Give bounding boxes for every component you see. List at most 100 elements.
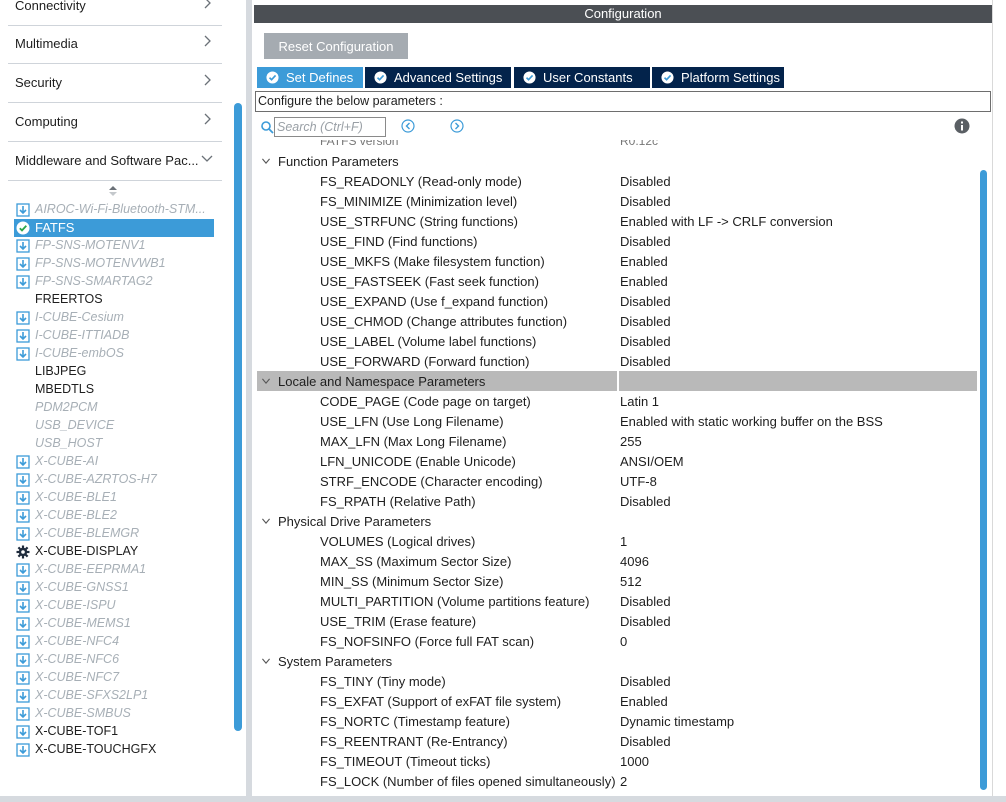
parameter-row[interactable]: USE_STRFUNC (String functions) Enabled wi… bbox=[257, 211, 977, 231]
component-item[interactable]: I-CUBE-Cesium bbox=[14, 309, 214, 327]
parameter-value[interactable]: Disabled bbox=[620, 334, 671, 349]
parameter-value[interactable]: Enabled bbox=[620, 274, 668, 289]
parameter-value[interactable]: ANSI/OEM bbox=[620, 454, 684, 469]
component-item[interactable]: X-CUBE-DISPLAY bbox=[14, 543, 214, 561]
tab-advanced-settings[interactable]: Advanced Settings bbox=[365, 67, 511, 88]
search-input[interactable] bbox=[274, 117, 386, 137]
parameter-row[interactable]: USE_CHMOD (Change attributes function) Di… bbox=[257, 311, 977, 331]
parameter-group[interactable]: Function Parameters bbox=[257, 151, 977, 171]
info-icon[interactable] bbox=[954, 118, 970, 134]
reset-configuration-button[interactable]: Reset Configuration bbox=[264, 33, 408, 59]
component-item[interactable]: FP-SNS-MOTENVWB1 bbox=[14, 255, 214, 273]
category-multimedia[interactable]: Multimedia bbox=[0, 26, 226, 64]
component-item[interactable]: X-CUBE-BLE2 bbox=[14, 507, 214, 525]
parameter-value[interactable]: Disabled bbox=[620, 734, 671, 749]
component-item[interactable]: X-CUBE-TOUCHGFX bbox=[14, 741, 214, 759]
parameter-row[interactable]: USE_LABEL (Volume label functions) Disabl… bbox=[257, 331, 977, 351]
parameter-row[interactable]: MULTI_PARTITION (Volume partitions featu… bbox=[257, 591, 977, 611]
parameter-value[interactable]: 1 bbox=[620, 534, 627, 549]
component-item[interactable]: I-CUBE-embOS bbox=[14, 345, 214, 363]
tab-set-defines[interactable]: Set Defines bbox=[257, 67, 363, 88]
category-connectivity[interactable]: Connectivity bbox=[0, 0, 226, 26]
parameter-value[interactable]: 255 bbox=[620, 434, 642, 449]
category-computing[interactable]: Computing bbox=[0, 104, 226, 142]
parameter-row[interactable]: FS_TIMEOUT (Timeout ticks) 1000 bbox=[257, 751, 977, 771]
table-scrollbar[interactable] bbox=[980, 170, 987, 790]
parameter-row[interactable]: FS_MINIMIZE (Minimization level) Disabled bbox=[257, 191, 977, 211]
parameter-row[interactable]: FS_TINY (Tiny mode) Disabled bbox=[257, 671, 977, 691]
parameter-value[interactable]: Disabled bbox=[620, 314, 671, 329]
parameter-value[interactable]: 2 bbox=[620, 774, 627, 789]
component-item[interactable]: X-CUBE-ISPU bbox=[14, 597, 214, 615]
component-item[interactable]: AIROC-Wi-Fi-Bluetooth-STM... bbox=[14, 201, 214, 219]
component-item[interactable]: X-CUBE-NFC6 bbox=[14, 651, 214, 669]
parameter-value[interactable]: Latin 1 bbox=[620, 394, 659, 409]
parameter-row[interactable]: USE_FIND (Find functions) Disabled bbox=[257, 231, 977, 251]
parameter-row[interactable]: FS_NORTC (Timestamp feature) Dynamic time… bbox=[257, 711, 977, 731]
component-item[interactable]: I-CUBE-ITTIADB bbox=[14, 327, 214, 345]
parameter-value[interactable]: Disabled bbox=[620, 174, 671, 189]
parameter-value[interactable]: Disabled bbox=[620, 234, 671, 249]
parameter-group[interactable]: System Parameters bbox=[257, 651, 977, 671]
component-item[interactable]: X-CUBE-GNSS1 bbox=[14, 579, 214, 597]
component-item[interactable]: X-CUBE-SFXS2LP1 bbox=[14, 687, 214, 705]
parameter-value[interactable]: Disabled bbox=[620, 294, 671, 309]
sort-arrows-icon[interactable] bbox=[106, 184, 120, 198]
parameter-row[interactable]: CODE_PAGE (Code page on target) Latin 1 bbox=[257, 391, 977, 411]
tab-platform-settings[interactable]: Platform Settings bbox=[652, 67, 784, 88]
parameter-value[interactable]: Enabled with static working buffer on th… bbox=[620, 414, 883, 429]
parameter-row[interactable]: USE_FASTSEEK (Fast seek function) Enabled bbox=[257, 271, 977, 291]
parameter-row[interactable]: USE_EXPAND (Use f_expand function) Disabl… bbox=[257, 291, 977, 311]
component-item[interactable]: X-CUBE-AZRTOS-H7 bbox=[14, 471, 214, 489]
component-item[interactable]: FP-SNS-MOTENV1 bbox=[14, 237, 214, 255]
parameter-row[interactable]: FS_REENTRANT (Re-Entrancy) Disabled bbox=[257, 731, 977, 751]
parameter-value[interactable]: 4096 bbox=[620, 554, 649, 569]
parameter-value[interactable]: 1000 bbox=[620, 754, 649, 769]
component-item[interactable]: X-CUBE-NFC4 bbox=[14, 633, 214, 651]
parameter-row[interactable]: FS_LOCK (Number of files opened simultan… bbox=[257, 771, 977, 791]
parameter-value[interactable]: Enabled with LF -> CRLF conversion bbox=[620, 214, 833, 229]
component-item[interactable]: X-CUBE-NFC7 bbox=[14, 669, 214, 687]
parameter-value[interactable]: 0 bbox=[620, 634, 627, 649]
parameter-row[interactable]: MAX_SS (Maximum Sector Size) 4096 bbox=[257, 551, 977, 571]
parameter-value[interactable]: Dynamic timestamp bbox=[620, 714, 734, 729]
parameter-value[interactable]: Enabled bbox=[620, 254, 668, 269]
parameter-row[interactable]: LFN_UNICODE (Enable Unicode) ANSI/OEM bbox=[257, 451, 977, 471]
component-item[interactable]: FREERTOS bbox=[14, 291, 214, 309]
parameter-group[interactable]: Physical Drive Parameters bbox=[257, 511, 977, 531]
component-item[interactable]: X-CUBE-MEMS1 bbox=[14, 615, 214, 633]
component-item[interactable]: USB_HOST bbox=[14, 435, 214, 453]
component-item[interactable]: X-CUBE-BLEMGR bbox=[14, 525, 214, 543]
parameter-row[interactable]: USE_FORWARD (Forward function) Disabled bbox=[257, 351, 977, 371]
parameter-row[interactable]: MIN_SS (Minimum Sector Size) 512 bbox=[257, 571, 977, 591]
category-security[interactable]: Security bbox=[0, 65, 226, 103]
parameter-value[interactable]: Disabled bbox=[620, 614, 671, 629]
component-item[interactable]: X-CUBE-AI bbox=[14, 453, 214, 471]
component-item[interactable]: FP-SNS-SMARTAG2 bbox=[14, 273, 214, 291]
category-middleware[interactable]: Middleware and Software Pac... bbox=[0, 143, 226, 181]
parameter-row[interactable]: USE_LFN (Use Long Filename) Enabled with … bbox=[257, 411, 977, 431]
component-item[interactable]: LIBJPEG bbox=[14, 363, 214, 381]
search-previous-icon[interactable] bbox=[401, 119, 415, 133]
component-item[interactable]: X-CUBE-EEPRMA1 bbox=[14, 561, 214, 579]
parameter-group[interactable]: Locale and Namespace Parameters bbox=[257, 371, 977, 391]
component-item[interactable]: X-CUBE-BLE1 bbox=[14, 489, 214, 507]
component-item[interactable]: PDM2PCM bbox=[14, 399, 214, 417]
parameter-row[interactable]: USE_MKFS (Make filesystem function) Enabl… bbox=[257, 251, 977, 271]
parameter-row[interactable]: MAX_LFN (Max Long Filename) 255 bbox=[257, 431, 977, 451]
component-item[interactable]: X-CUBE-TOF1 bbox=[14, 723, 214, 741]
parameter-row[interactable]: USE_TRIM (Erase feature) Disabled bbox=[257, 611, 977, 631]
parameter-value[interactable]: UTF-8 bbox=[620, 474, 657, 489]
parameter-row[interactable]: VOLUMES (Logical drives) 1 bbox=[257, 531, 977, 551]
component-item[interactable]: X-CUBE-SMBUS bbox=[14, 705, 214, 723]
parameter-row[interactable]: FS_READONLY (Read-only mode) Disabled bbox=[257, 171, 977, 191]
search-next-icon[interactable] bbox=[450, 119, 464, 133]
left-scrollbar[interactable] bbox=[234, 103, 242, 731]
parameter-value[interactable]: Enabled bbox=[620, 694, 668, 709]
component-item[interactable]: MBEDTLS bbox=[14, 381, 214, 399]
parameter-row[interactable]: STRF_ENCODE (Character encoding) UTF-8 bbox=[257, 471, 977, 491]
parameter-value[interactable]: Disabled bbox=[620, 354, 671, 369]
parameter-row[interactable]: FS_NOFSINFO (Force full FAT scan) 0 bbox=[257, 631, 977, 651]
parameter-row[interactable]: FS_RPATH (Relative Path) Disabled bbox=[257, 491, 977, 511]
parameter-row[interactable]: FS_EXFAT (Support of exFAT file system) E… bbox=[257, 691, 977, 711]
